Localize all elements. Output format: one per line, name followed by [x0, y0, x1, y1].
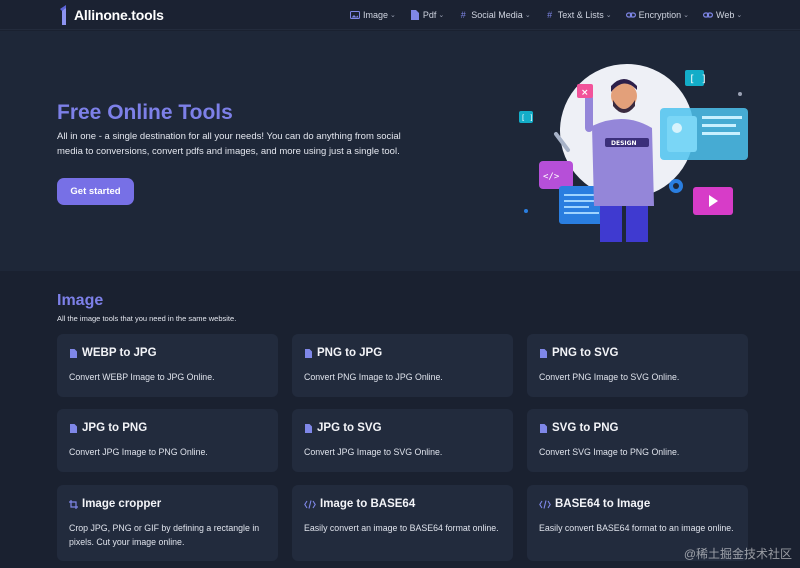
- nav-label: Encryption: [638, 10, 682, 20]
- card-title: BASE64 to Image: [555, 498, 651, 510]
- svg-text:[ ]: [ ]: [689, 74, 707, 85]
- card-description: Convert JPG Image to SVG Online.: [304, 447, 443, 457]
- card-description: Easily convert BASE64 format to an image…: [539, 523, 734, 533]
- hash-icon: #: [460, 10, 466, 20]
- chevron-down-icon: ⌄: [605, 12, 612, 19]
- nav-label: Pdf: [422, 10, 437, 20]
- tool-card-jpg-to-png[interactable]: JPG to PNG Convert JPG Image to PNG Onli…: [57, 409, 278, 472]
- chevron-down-icon: ⌄: [438, 12, 445, 19]
- svg-text:×: ×: [581, 88, 589, 98]
- chevron-down-icon: ⌄: [736, 12, 743, 19]
- card-title: Image to BASE64: [320, 498, 416, 510]
- card-title: Image cropper: [82, 498, 162, 510]
- code-icon: [304, 499, 316, 510]
- card-description: Convert PNG Image to JPG Online.: [304, 372, 443, 382]
- section-subtitle: All the image tools that you need in the…: [57, 314, 237, 323]
- file-icon: [539, 348, 548, 359]
- chevron-down-icon: ⌄: [390, 12, 396, 19]
- file-icon: [304, 423, 313, 434]
- tool-card-png-to-svg[interactable]: PNG to SVG Convert PNG Image to SVG Onli…: [527, 334, 748, 397]
- nav-item-pdf[interactable]: Pdf ⌄: [410, 10, 444, 20]
- brand-logo[interactable]: Allinone.tools: [58, 5, 164, 25]
- code-icon: [539, 499, 551, 510]
- card-description: Convert PNG Image to SVG Online.: [539, 372, 680, 382]
- card-title: PNG to JPG: [317, 347, 383, 359]
- nav-label: Text & Lists: [557, 10, 604, 20]
- hash-icon: #: [547, 10, 553, 20]
- nav-item-text-lists[interactable]: # Text & Lists ⌄: [545, 10, 612, 20]
- get-started-button[interactable]: Get started: [57, 178, 134, 205]
- nav-item-encryption[interactable]: Encryption ⌄: [625, 10, 689, 20]
- chevron-down-icon: ⌄: [683, 12, 689, 19]
- tool-card-jpg-to-svg[interactable]: JPG to SVG Convert JPG Image to SVG Onli…: [292, 409, 513, 472]
- nav-label: Social Media: [471, 10, 523, 20]
- logo-mark-icon: [58, 5, 70, 25]
- main-nav: Image ⌄ Pdf ⌄ # Social Media ⌄ # Text & …: [350, 0, 756, 30]
- nav-item-social-media[interactable]: # Social Media ⌄: [458, 10, 531, 20]
- card-title: PNG to SVG: [552, 347, 619, 359]
- card-title: JPG to SVG: [317, 422, 382, 434]
- card-title: WEBP to JPG: [82, 347, 157, 359]
- file-icon: [410, 10, 420, 20]
- watermark-text: @稀土掘金技术社区: [683, 547, 792, 561]
- tool-card-png-to-jpg[interactable]: PNG to JPG Convert PNG Image to JPG Onli…: [292, 334, 513, 397]
- link-icon: [625, 10, 636, 20]
- nav-label: Web: [715, 10, 735, 20]
- nav-item-image[interactable]: Image ⌄: [350, 10, 396, 20]
- card-title: JPG to PNG: [82, 422, 148, 434]
- tool-card-svg-to-png[interactable]: SVG to PNG Convert SVG Image to PNG Onli…: [527, 409, 748, 472]
- nav-label: Image: [363, 10, 389, 20]
- chevron-down-icon: ⌄: [524, 12, 531, 19]
- file-icon: [304, 348, 313, 359]
- nav-item-web[interactable]: Web ⌄: [702, 10, 743, 20]
- svg-text:</>: </>: [543, 172, 560, 182]
- card-description: Convert WEBP Image to JPG Online.: [69, 372, 215, 382]
- image-icon: [350, 10, 360, 20]
- brand-name: Allinone.tools: [74, 7, 164, 23]
- file-icon: [69, 348, 78, 359]
- hero-title: Free Online Tools: [57, 101, 233, 124]
- tool-card-image-cropper[interactable]: Image cropper Crop JPG, PNG or GIF by de…: [57, 485, 278, 561]
- card-description: Crop JPG, PNG or GIF by defining a recta…: [69, 523, 260, 547]
- link-icon: [702, 10, 713, 20]
- card-description: Convert JPG Image to PNG Online.: [69, 447, 208, 457]
- svg-text:[ ]: [ ]: [521, 114, 534, 122]
- file-icon: [539, 423, 548, 434]
- file-icon: [69, 423, 78, 434]
- hero-illustration: [ ] [ ] </> DESIGN ×: [512, 56, 752, 256]
- tool-card-webp-to-jpg[interactable]: WEBP to JPG Convert WEBP Image to JPG On…: [57, 334, 278, 397]
- card-description: Easily convert an image to BASE64 format…: [304, 523, 499, 533]
- crop-icon: [69, 499, 78, 510]
- top-nav-bar: Allinone.tools Image ⌄ Pdf ⌄ # Social Me…: [0, 0, 800, 30]
- card-description: Convert SVG Image to PNG Online.: [539, 447, 680, 457]
- tool-card-image-to-base64[interactable]: Image to BASE64 Easily convert an image …: [292, 485, 513, 561]
- card-title: SVG to PNG: [552, 422, 619, 434]
- hero-description: All in one - a single destination for al…: [57, 131, 401, 157]
- design-badge-text: DESIGN: [611, 140, 637, 147]
- section-title: Image: [57, 292, 104, 309]
